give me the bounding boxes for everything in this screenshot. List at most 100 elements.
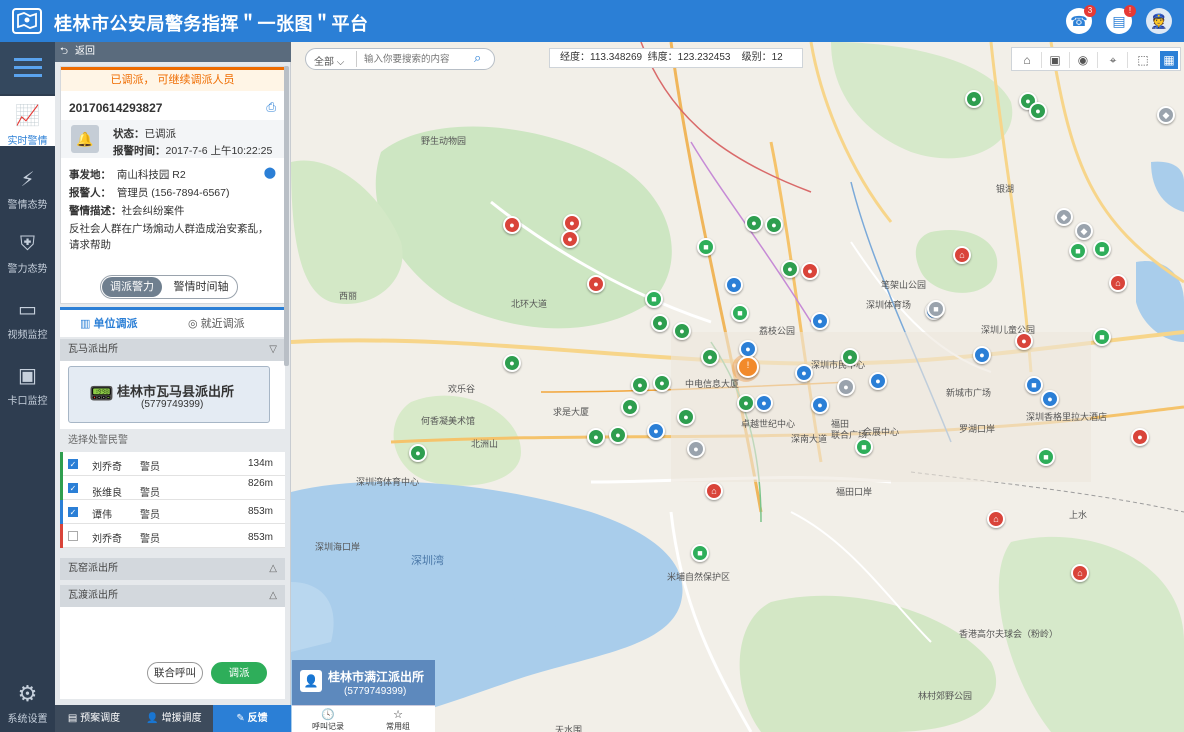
camera-marker[interactable]: ◆ [1157, 106, 1175, 124]
joint-call-button[interactable]: 联合呼叫 [147, 662, 203, 684]
police-car-marker[interactable]: ■ [731, 304, 749, 322]
police-unit-marker[interactable]: ● [841, 348, 859, 366]
police-unit-marker[interactable]: ● [1015, 332, 1033, 350]
officer-checkbox[interactable]: ✓ [68, 483, 78, 493]
police-unit-marker[interactable]: ● [795, 364, 813, 382]
officer-checkbox[interactable] [68, 531, 78, 541]
search-scope-select[interactable]: 全部 ⌵ [314, 53, 344, 68]
police-unit-marker[interactable]: ● [811, 396, 829, 414]
police-unit-marker[interactable]: ● [765, 216, 783, 234]
map-view[interactable]: 野生动物园 西丽 北环大道 福田 欢乐谷 何香凝美术馆 北洲山 深圳湾 深圳海口… [291, 42, 1184, 732]
location-pin-icon[interactable]: ⬤ [264, 166, 276, 179]
tab-reinforce-dispatch[interactable]: 👤 增援调度 [135, 705, 213, 732]
police-car-marker[interactable]: ■ [927, 300, 945, 318]
police-unit-marker[interactable]: ● [725, 276, 743, 294]
police-station-marker[interactable]: ■ [855, 438, 873, 456]
tab-unit-dispatch[interactable]: ▥ 单位调派 [80, 315, 137, 331]
camera-marker[interactable]: ◆ [1075, 222, 1093, 240]
nav-item-police-situation[interactable]: ⛨ 警力态势 [0, 222, 55, 284]
police-unit-marker[interactable]: ● [609, 426, 627, 444]
police-station-marker[interactable]: ■ [697, 238, 715, 256]
section-wadu-station[interactable]: 瓦渡派出所 △ [60, 585, 285, 607]
officer-row[interactable]: ✓ 张维良 警员 826m [60, 476, 285, 500]
police-unit-marker[interactable]: ● [869, 372, 887, 390]
phone-icon[interactable]: ☎ 3 [1066, 5, 1096, 34]
police-car-marker[interactable]: ■ [691, 544, 709, 562]
police-car-marker[interactable]: ■ [1025, 376, 1043, 394]
avatar[interactable]: 👮 [1146, 8, 1172, 34]
section-wama-station[interactable]: 瓦马派出所 ▽ [60, 339, 285, 361]
police-car-marker[interactable]: ■ [1093, 240, 1111, 258]
tab-feedback[interactable]: ✎ 反馈 [213, 705, 291, 732]
panel-scrollbar[interactable] [284, 66, 289, 366]
police-unit-marker[interactable]: ● [561, 230, 579, 248]
police-unit-marker[interactable]: ● [631, 376, 649, 394]
police-unit-marker[interactable]: ● [673, 322, 691, 340]
dispatch-button[interactable]: 调派 [211, 662, 267, 684]
back-button[interactable]: ⮌ 返回 [55, 42, 291, 62]
camera-layer-icon[interactable]: ▣ [1046, 51, 1064, 69]
tab-dispatch-police[interactable]: 调派警力 [102, 277, 162, 297]
officer-row[interactable]: 刘乔奇 警员 853m [60, 524, 285, 548]
police-unit-marker[interactable]: ● [653, 374, 671, 392]
police-unit-marker[interactable]: ● [1029, 102, 1047, 120]
nav-item-alert-situation[interactable]: ⚡ 警情态势 [0, 158, 55, 220]
police-station-layer-icon[interactable]: ⌂ [1018, 51, 1036, 69]
search-icon[interactable]: ⌕ [474, 50, 481, 66]
nav-item-checkpoint-monitor[interactable]: ▣ 卡口监控 [0, 354, 55, 416]
officer-checkbox[interactable]: ✓ [68, 507, 78, 517]
police-unit-marker[interactable]: ● [503, 354, 521, 372]
tab-nearby-dispatch[interactable]: ◎ 就近调派 [188, 315, 245, 331]
crosshair-icon[interactable]: ⌖ [1104, 51, 1122, 69]
tab-alert-timeline[interactable]: 警情时间轴 [167, 277, 235, 297]
police-unit-marker[interactable]: ● [503, 216, 521, 234]
police-unit-marker[interactable]: ● [811, 312, 829, 330]
measure-icon[interactable]: ▦ [1160, 51, 1178, 69]
select-area-icon[interactable]: ⬚ [1134, 51, 1152, 69]
print-icon[interactable]: ⎙ [266, 100, 276, 115]
tab-favorite-groups[interactable]: ☆ 常用组 [382, 708, 414, 732]
police-unit-marker[interactable]: ● [651, 314, 669, 332]
police-unit-marker[interactable]: ● [587, 275, 605, 293]
search-input[interactable] [364, 51, 472, 67]
checkpoint-marker[interactable]: ⌂ [1071, 564, 1089, 582]
police-unit-marker[interactable]: ● [801, 262, 819, 280]
camera-marker[interactable]: ◆ [1055, 208, 1073, 226]
station-select-card[interactable]: 📟 桂林市瓦马县派出所 (5779749399) [68, 366, 270, 423]
police-unit-marker[interactable]: ● [1131, 428, 1149, 446]
police-unit-marker[interactable]: ● [587, 428, 605, 446]
tab-plan-dispatch[interactable]: ▤ 预案调度 [55, 705, 133, 732]
checkpoint-marker[interactable]: ⌂ [1109, 274, 1127, 292]
document-icon[interactable]: ▤! [1106, 5, 1136, 34]
menu-toggle[interactable] [0, 42, 55, 94]
nav-item-realtime-alerts[interactable]: 📈 实时警情 [0, 96, 55, 147]
tab-call-history[interactable]: 🕓 呼叫记录 [312, 708, 344, 732]
checkpoint-marker[interactable]: ⌂ [987, 510, 1005, 528]
incident-marker[interactable]: ! [737, 356, 759, 378]
police-car-marker[interactable]: ■ [1069, 242, 1087, 260]
police-unit-marker[interactable]: ● [755, 394, 773, 412]
police-car-marker[interactable]: ■ [645, 290, 663, 308]
police-unit-marker[interactable]: ● [965, 90, 983, 108]
locate-icon[interactable]: ◉ [1074, 51, 1092, 69]
officer-row[interactable]: ✓ 谭伟 警员 853m [60, 500, 285, 524]
checkpoint-marker[interactable]: ⌂ [953, 246, 971, 264]
police-unit-marker[interactable]: ● [745, 214, 763, 232]
police-unit-marker[interactable]: ● [621, 398, 639, 416]
nav-item-video-monitor[interactable]: ▭ 视频监控 [0, 288, 55, 350]
police-unit-marker[interactable]: ● [647, 422, 665, 440]
police-unit-marker[interactable]: ● [1041, 390, 1059, 408]
police-unit-marker[interactable]: ● [687, 440, 705, 458]
police-unit-marker[interactable]: ● [837, 378, 855, 396]
police-unit-marker[interactable]: ● [737, 394, 755, 412]
police-unit-marker[interactable]: ● [701, 348, 719, 366]
police-car-marker[interactable]: ■ [1093, 328, 1111, 346]
checkpoint-marker[interactable]: ⌂ [705, 482, 723, 500]
police-car-marker[interactable]: ■ [1037, 448, 1055, 466]
officer-row[interactable]: ✓ 刘乔奇 警员 134m [60, 452, 285, 476]
nav-item-settings[interactable]: ⚙ 系统设置 [0, 676, 55, 732]
police-unit-marker[interactable]: ● [973, 346, 991, 364]
section-wayao-station[interactable]: 瓦窑派出所 △ [60, 558, 285, 580]
current-station-card[interactable]: 👤 桂林市满江派出所 (5779749399) [292, 660, 435, 705]
police-unit-marker[interactable]: ● [781, 260, 799, 278]
